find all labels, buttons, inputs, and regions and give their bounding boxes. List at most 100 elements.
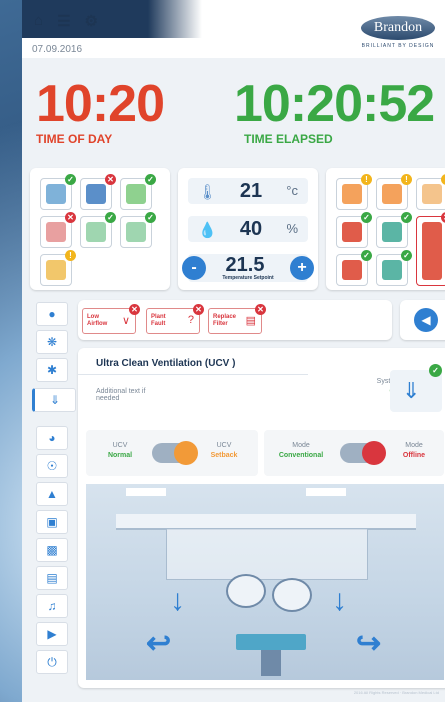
decrease-setpoint-button[interactable]: - [182, 256, 206, 280]
sidebar-item-lighting[interactable]: ● [36, 302, 68, 326]
panel-icon: ▤ [46, 571, 58, 585]
operating-table-icon [236, 634, 306, 650]
fault-plant[interactable]: Plant Fault ? ✕ [146, 304, 204, 334]
status-fan-unit-tile[interactable]: ✓ [120, 174, 156, 210]
ucv-setback-toggle[interactable] [152, 441, 198, 465]
music-icon: ♫ [47, 599, 57, 613]
ucv-note: Additional text if needed [96, 388, 146, 402]
warning-triangle-icon: ▲ [46, 487, 58, 501]
humidity-value: 40 [239, 218, 263, 240]
status-fan-tile[interactable]: ✓ [40, 174, 76, 210]
clock-section: 10:20 TIME OF DAY 10:20:52 TIME ELAPSED [36, 78, 445, 150]
question-icon: ? [187, 314, 194, 326]
system-status-tile[interactable]: ⇓ ✓ [390, 364, 442, 412]
logo-mark: Brandon [361, 16, 435, 40]
airflow-down-arrow-icon: ↓ [332, 584, 347, 617]
sidebar-item-filter[interactable]: ❋ [36, 330, 68, 354]
alarm-warning-2-tile[interactable]: ! [376, 174, 412, 210]
speaker-icon: ◀ [421, 313, 431, 327]
toggle-right-label: UCV [216, 442, 232, 449]
list-icon[interactable]: ☰ [57, 12, 70, 30]
alarm-pressure-tile[interactable]: ✓ [336, 212, 372, 248]
alarm-valve-tile[interactable]: ✓ [336, 250, 372, 286]
fault-badge-icon: ✕ [255, 304, 266, 315]
gauge-icon: ◕ [48, 431, 56, 445]
lightbulb-icon: ● [48, 307, 56, 321]
fault-low-airflow[interactable]: Low Airflow ∨ ✕ [82, 304, 140, 334]
warning-triangle-icon [382, 184, 402, 204]
alarm-gauge-tile[interactable]: ✓ [376, 212, 412, 248]
thermometer-icon: 🌡 [198, 184, 218, 201]
toggle-right-value: Setback [210, 452, 238, 459]
gear-icon[interactable]: ⚙ [85, 12, 98, 30]
warning-triangle-icon [342, 184, 362, 204]
footer-copyright: 2016 All Rights Reserved · Brandon Medic… [353, 690, 439, 695]
status-headset-tile[interactable]: ✓ [120, 212, 156, 248]
time-of-day: 10:20 TIME OF DAY [36, 75, 165, 146]
warning-badge-icon: ! [65, 250, 76, 261]
filter-icon [86, 222, 106, 242]
status-lock-tile[interactable]: ! [40, 250, 76, 286]
warning-triangle-icon [422, 184, 442, 204]
time-elapsed-value: 10:20:52 [234, 75, 435, 133]
fault-replace-filter[interactable]: Replace Filter ▤ ✕ [208, 304, 266, 334]
mute-button[interactable]: ◀ [414, 308, 438, 332]
fault-label: Plant Fault [151, 314, 166, 327]
operating-room-illustration: ↓ ↓ ↩ ↪ [86, 484, 444, 680]
ucv-airflow-icon: ⇓ [402, 378, 421, 403]
fault-badge-icon: ✕ [129, 304, 140, 315]
system-status-panel: ✓ ✕ ✓ ✕ ✓ ✓ ! [30, 168, 170, 290]
sidebar-item-headset[interactable]: ☉ [36, 454, 68, 478]
airflow-out-arrow-icon: ↪ [356, 627, 382, 660]
monitor-icon: ▣ [46, 515, 58, 529]
warning-badge-icon: ! [441, 174, 445, 185]
sidebar-item-panel[interactable]: ▤ [36, 566, 68, 590]
airflow-out-arrow-icon: ↩ [146, 627, 172, 660]
increase-setpoint-button[interactable]: + [290, 256, 314, 280]
sidebar-item-display[interactable]: ▩ [36, 538, 68, 562]
setpoint-value: 21.5 [225, 254, 265, 276]
temperature-readout: 🌡 21 °c [188, 178, 308, 204]
ok-badge-icon: ✓ [145, 212, 156, 223]
pressure-gauge-icon [342, 222, 362, 242]
home-icon[interactable]: ⌂ [34, 12, 43, 30]
fault-label: Replace Filter [213, 314, 237, 327]
sidebar-item-music[interactable]: ♫ [36, 594, 68, 618]
gas-cylinder-icon [46, 222, 66, 242]
fault-badge-icon: ✕ [193, 304, 204, 315]
sidebar-item-ucv[interactable]: ⇓ [32, 388, 76, 412]
time-elapsed: 10:20:52 TIME ELAPSED [234, 75, 435, 146]
dashboard-screen: ⌂ ☰ ⚙ 07.09.2016 Brandon BRILLIANT BY DE… [22, 0, 445, 702]
status-filter-tile[interactable]: ✓ [80, 212, 116, 248]
valve-icon [342, 260, 362, 280]
alarm-meter-tile[interactable]: ✓ [376, 250, 412, 286]
sidebar-item-power[interactable]: ⏻ [36, 650, 68, 674]
gauge-icon [382, 222, 402, 242]
title-divider [78, 374, 308, 375]
sidebar-item-fan[interactable]: ✱ [36, 358, 68, 382]
alarm-warning-3-tile[interactable]: ! [416, 174, 445, 210]
alarm-panel: ! ! ! ✓ ✓ ✕ ✓ ✓ [326, 168, 445, 290]
humidity-readout: 💧 40 % [188, 216, 308, 242]
toggle-knob [362, 441, 386, 465]
toggle-left-label: UCV [112, 442, 128, 449]
ok-badge-icon: ✓ [105, 212, 116, 223]
sidebar-item-warning[interactable]: ▲ [36, 482, 68, 506]
nav-icons: ⌂ ☰ ⚙ [34, 12, 98, 30]
fault-badge-icon: ✕ [105, 174, 116, 185]
status-ucv-tile[interactable]: ✕ [80, 174, 116, 210]
sidebar-item-video[interactable]: ▶ [36, 622, 68, 646]
mode-toggle-group: Mode Conventional Mode Offline [264, 430, 444, 476]
sidebar-item-gauge[interactable]: ◕ [36, 426, 68, 450]
sidebar-item-monitor[interactable]: ▣ [36, 510, 68, 534]
ucv-icon: ⇓ [49, 393, 61, 407]
alarm-warning-1-tile[interactable]: ! [336, 174, 372, 210]
play-icon: ▶ [47, 627, 57, 641]
date-label: 07.09.2016 [32, 44, 83, 55]
time-of-day-value: 10:20 [36, 75, 165, 133]
temperature-value: 21 [239, 180, 263, 202]
status-gas-tile[interactable]: ✕ [40, 212, 76, 248]
surgical-light-icon [272, 578, 312, 612]
mode-offline-toggle[interactable] [340, 441, 386, 465]
alarm-fire-exit-tile[interactable]: ✕ [416, 212, 445, 286]
